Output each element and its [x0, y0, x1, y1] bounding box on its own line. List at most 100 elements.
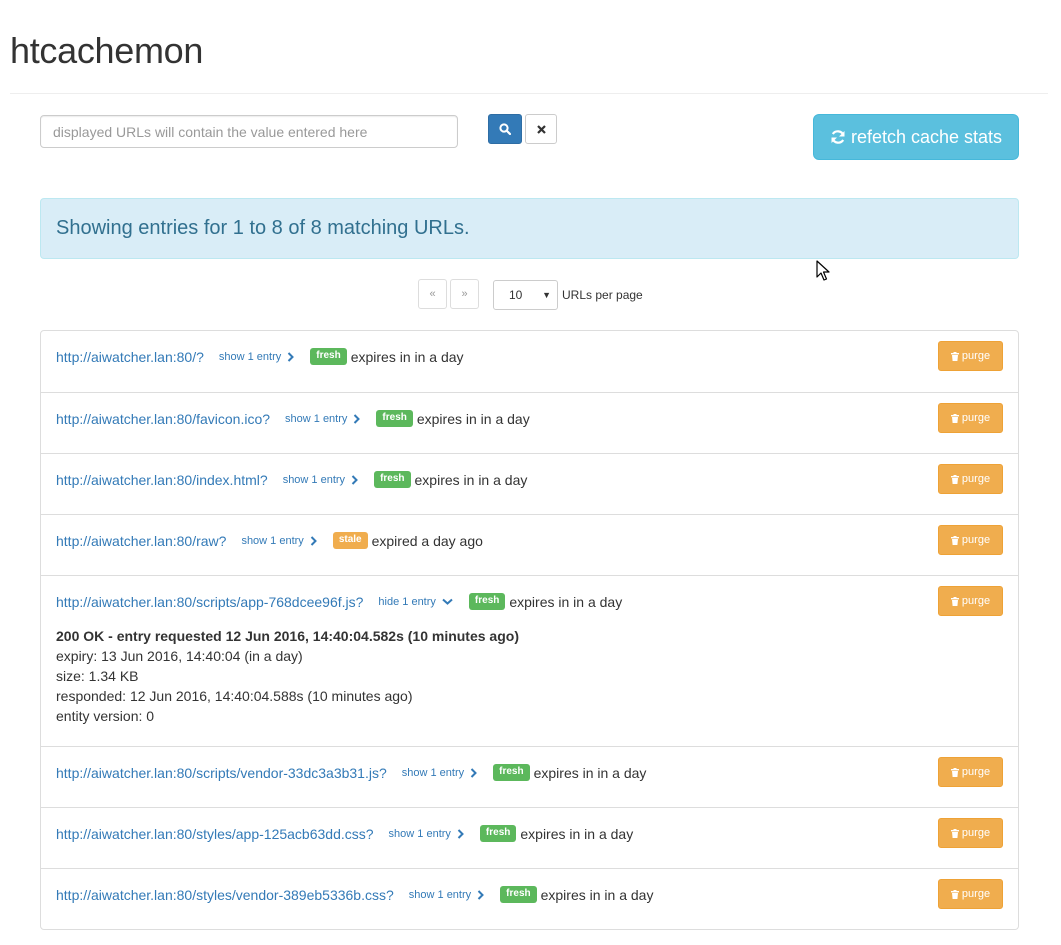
- search-input[interactable]: [40, 115, 458, 148]
- entry-url-link[interactable]: http://aiwatcher.lan:80/scripts/vendor-3…: [56, 765, 387, 781]
- app-title: htcachemon: [10, 30, 204, 71]
- expiry-text: expires in in a day: [533, 764, 647, 781]
- title-divider: [10, 93, 1048, 94]
- purge-button[interactable]: purge: [938, 586, 1003, 616]
- purge-label: purge: [961, 888, 991, 900]
- refetch-cache-stats-button[interactable]: refetch cache stats: [813, 114, 1019, 160]
- chevron-right-icon: [288, 351, 295, 362]
- cache-entry-row: http://aiwatcher.lan:80/styles/vendor-38…: [41, 868, 1018, 929]
- trash-icon: [950, 767, 959, 777]
- purge-button[interactable]: purge: [938, 403, 1003, 433]
- chevron-right-icon: [351, 474, 358, 485]
- toggle-label: hide 1 entry: [378, 595, 436, 608]
- toggle-entries-link[interactable]: show 1 entry: [408, 888, 485, 901]
- results-summary-text: Showing entries for 1 to 8 of 8 matching…: [56, 217, 470, 239]
- entry-url-link[interactable]: http://aiwatcher.lan:80/styles/vendor-38…: [56, 887, 394, 903]
- toggle-entries-link[interactable]: show 1 entry: [241, 534, 317, 547]
- entry-url-link[interactable]: http://aiwatcher.lan:80/favicon.ico?: [56, 411, 270, 427]
- entry-detail-responded: responded: 12 Jun 2016, 14:40:04.588s (1…: [56, 688, 413, 704]
- toggle-entries-link[interactable]: hide 1 entry: [378, 595, 453, 608]
- expiry-text: expires in in a day: [416, 410, 530, 427]
- chevron-down-icon: [442, 598, 453, 605]
- chevron-right-icon: [470, 767, 478, 778]
- entry-detail-headline: 200 OK - entry requested 12 Jun 2016, 14…: [56, 628, 519, 644]
- status-badge: fresh: [468, 593, 506, 610]
- purge-button[interactable]: purge: [938, 757, 1003, 787]
- purge-button[interactable]: purge: [938, 341, 1003, 371]
- cache-entry-row: http://aiwatcher.lan:80/styles/app-125ac…: [41, 807, 1018, 868]
- refresh-icon: [831, 130, 845, 144]
- entry-url-link[interactable]: http://aiwatcher.lan:80/index.html?: [56, 472, 268, 488]
- status-badge: stale: [332, 532, 368, 549]
- trash-icon: [950, 474, 959, 484]
- caret-down-icon: ▼: [542, 290, 551, 300]
- purge-label: purge: [961, 534, 991, 546]
- cache-entry-row: http://aiwatcher.lan:80/raw? show 1 entr…: [41, 514, 1018, 575]
- purge-label: purge: [961, 766, 991, 778]
- toggle-label: show 1 entry: [285, 412, 348, 425]
- search-icon: [499, 123, 511, 135]
- purge-button[interactable]: purge: [938, 818, 1003, 848]
- trash-icon: [950, 596, 959, 606]
- prev-page-button[interactable]: «: [418, 279, 447, 309]
- cache-entry-row: http://aiwatcher.lan:80/index.html? show…: [41, 453, 1018, 514]
- chevron-right-icon: [310, 535, 317, 546]
- status-badge: fresh: [374, 471, 411, 488]
- chevron-right-icon: [477, 889, 485, 900]
- per-page-select[interactable]: 10 ▼: [493, 280, 558, 310]
- status-badge: fresh: [493, 764, 530, 781]
- toggle-entries-link[interactable]: show 1 entry: [283, 474, 358, 486]
- toggle-label: show 1 entry: [388, 827, 451, 840]
- search-button[interactable]: [488, 114, 522, 144]
- status-badge: fresh: [310, 348, 347, 365]
- cache-entry-list: http://aiwatcher.lan:80/? show 1 entry f…: [40, 330, 1019, 930]
- entry-detail-size: size: 1.34 KB: [56, 668, 139, 684]
- close-icon: [536, 124, 546, 134]
- cache-entry-row: http://aiwatcher.lan:80/scripts/app-768d…: [41, 575, 1018, 746]
- purge-label: purge: [961, 827, 991, 839]
- trash-icon: [950, 535, 959, 545]
- next-page-button[interactable]: »: [450, 279, 479, 309]
- pagination: « »: [418, 279, 482, 309]
- refetch-label: refetch cache stats: [850, 126, 1003, 147]
- toggle-label: show 1 entry: [241, 534, 304, 547]
- toggle-label: show 1 entry: [218, 350, 282, 363]
- toggle-label: show 1 entry: [408, 888, 472, 901]
- purge-label: purge: [961, 473, 991, 485]
- entry-detail-version: entity version: 0: [56, 708, 155, 724]
- entry-detail-expiry: expiry: 13 Jun 2016, 14:40:04 (in a day): [56, 648, 303, 664]
- toggle-entries-link[interactable]: show 1 entry: [285, 412, 361, 425]
- status-badge: fresh: [500, 886, 537, 903]
- cache-entry-row: http://aiwatcher.lan:80/? show 1 entry f…: [41, 331, 1018, 392]
- expiry-text: expires in in a day: [509, 593, 623, 610]
- cache-entry-row: http://aiwatcher.lan:80/scripts/vendor-3…: [41, 746, 1018, 807]
- entry-detail: 200 OK - entry requested 12 Jun 2016, 14…: [56, 626, 519, 726]
- purge-button[interactable]: purge: [938, 464, 1003, 494]
- purge-label: purge: [961, 350, 991, 362]
- status-badge: fresh: [479, 825, 517, 842]
- toggle-label: show 1 entry: [401, 766, 465, 779]
- expiry-text: expires in in a day: [540, 886, 654, 903]
- entry-url-link[interactable]: http://aiwatcher.lan:80/styles/app-125ac…: [56, 826, 374, 842]
- purge-label: purge: [961, 412, 991, 424]
- expiry-text: expires in in a day: [350, 348, 464, 365]
- expiry-text: expired a day ago: [371, 532, 483, 549]
- trash-icon: [950, 828, 959, 838]
- toggle-label: show 1 entry: [282, 473, 346, 486]
- mouse-cursor-icon: [816, 260, 830, 281]
- entry-url-link[interactable]: http://aiwatcher.lan:80/raw?: [56, 533, 226, 549]
- trash-icon: [950, 889, 959, 899]
- entry-url-link[interactable]: http://aiwatcher.lan:80/scripts/app-768d…: [56, 594, 363, 610]
- toggle-entries-link[interactable]: show 1 entry: [401, 766, 478, 779]
- expiry-text: expires in in a day: [520, 825, 634, 842]
- purge-button[interactable]: purge: [938, 525, 1003, 555]
- toggle-entries-link[interactable]: show 1 entry: [389, 828, 464, 840]
- toggle-entries-link[interactable]: show 1 entry: [218, 350, 295, 363]
- purge-button[interactable]: purge: [938, 879, 1003, 909]
- chevron-right-icon: [457, 828, 464, 839]
- entry-url-link[interactable]: http://aiwatcher.lan:80/?: [56, 349, 204, 365]
- trash-icon: [950, 413, 959, 423]
- results-summary-alert: Showing entries for 1 to 8 of 8 matching…: [40, 198, 1019, 259]
- clear-search-button[interactable]: [525, 114, 557, 144]
- status-badge: fresh: [376, 410, 413, 427]
